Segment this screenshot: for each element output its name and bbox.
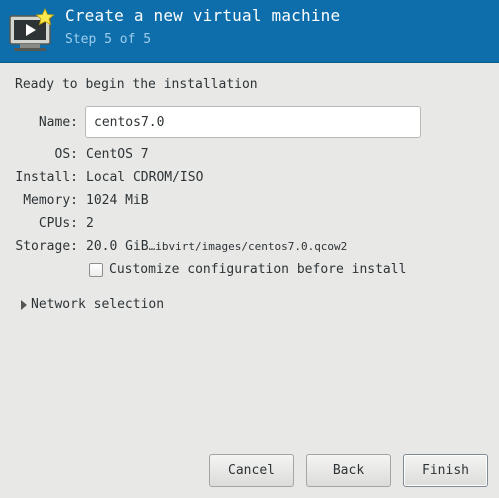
intro-text: Ready to begin the installation <box>15 77 258 92</box>
step-indicator: Step 5 of 5 <box>65 32 152 47</box>
cpus-value: 2 <box>86 216 94 231</box>
install-label: Install: <box>15 170 78 185</box>
os-value: CentOS 7 <box>86 147 149 162</box>
install-value: Local CDROM/ISO <box>86 170 204 185</box>
expander-arrow-icon[interactable] <box>21 300 27 310</box>
memory-label: Memory: <box>23 193 78 208</box>
storage-size: 20.0 GiB <box>86 239 149 254</box>
dialog-title: Create a new virtual machine <box>65 6 341 25</box>
cpus-label: CPUs: <box>38 216 78 231</box>
storage-label: Storage: <box>15 239 78 254</box>
customize-checkbox[interactable] <box>89 263 103 277</box>
finish-button[interactable]: Finish <box>403 454 488 487</box>
back-button[interactable]: Back <box>306 454 391 487</box>
dialog-header: Create a new virtual machine Step 5 of 5 <box>0 0 499 63</box>
customize-label[interactable]: Customize configuration before install <box>109 262 406 277</box>
name-label: Name: <box>38 115 78 130</box>
network-selection-label[interactable]: Network selection <box>31 297 164 312</box>
os-label: OS: <box>54 147 78 162</box>
name-input[interactable] <box>85 106 421 138</box>
storage-path: …ibvirt/images/centos7.0.qcow2 <box>148 240 348 253</box>
virtual-machine-new-icon <box>8 8 56 52</box>
memory-value: 1024 MiB <box>86 193 149 208</box>
cancel-button[interactable]: Cancel <box>209 454 294 487</box>
storage-value: 20.0 GiB…ibvirt/images/centos7.0.qcow2 <box>86 239 347 254</box>
